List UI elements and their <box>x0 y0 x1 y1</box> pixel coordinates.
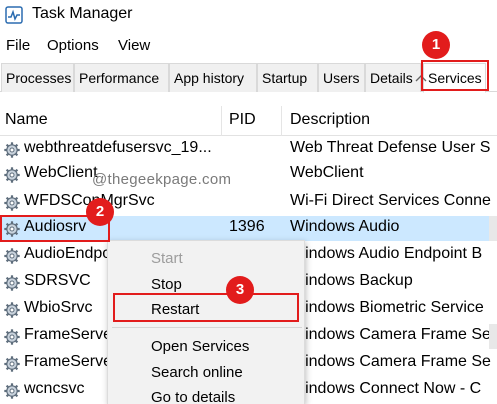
column-divider[interactable] <box>221 106 222 136</box>
menu-view[interactable]: View <box>118 37 150 54</box>
menu-item-go-to-details[interactable]: Go to details <box>151 389 235 404</box>
service-description: Windows Audio Endpoint B <box>290 245 483 262</box>
column-divider[interactable] <box>281 106 282 136</box>
service-description: Windows Camera Frame Se <box>290 326 491 343</box>
gear-icon <box>3 194 21 212</box>
menu-item-start[interactable]: Start <box>151 250 183 267</box>
title-bar: Task Manager <box>0 0 497 32</box>
watermark: @thegeekpage.com <box>92 171 232 188</box>
tab-processes[interactable]: Processes <box>1 63 74 92</box>
gear-icon <box>3 166 21 184</box>
tab-performance[interactable]: Performance <box>74 63 169 92</box>
table-row[interactable]: WebClient WebClient <box>0 162 497 187</box>
step-badge-2: 2 <box>86 198 114 226</box>
tab-details[interactable]: Details <box>365 63 421 92</box>
service-description: Wi-Fi Direct Services Conne <box>290 192 491 209</box>
service-description: Windows Backup <box>290 272 413 289</box>
table-row[interactable]: WFDSConMgrSvc Wi-Fi Direct Services Conn… <box>0 190 497 215</box>
service-description: Web Threat Defense User S <box>290 139 491 156</box>
table-row[interactable]: webthreatdefusersvc_19... Web Threat Def… <box>0 137 497 162</box>
gear-icon <box>3 328 21 346</box>
highlight-box-services-tab <box>421 60 489 91</box>
column-pid[interactable]: PID <box>229 111 256 129</box>
step-badge-3: 3 <box>226 276 254 304</box>
service-description: Windows Connect Now - C <box>290 380 482 397</box>
service-description: Windows Camera Frame Se <box>290 353 491 370</box>
gear-icon <box>3 382 21 400</box>
service-name: webthreatdefusersvc_19... <box>24 139 212 156</box>
menu-options[interactable]: Options <box>47 37 99 54</box>
column-header-row: Name PID Description <box>0 106 497 136</box>
tab-startup[interactable]: Startup <box>257 63 318 92</box>
gear-icon <box>3 355 21 373</box>
context-menu: Start Stop Restart Open Services Search … <box>107 240 305 404</box>
scrollbar-edge[interactable] <box>489 324 497 349</box>
gear-icon <box>3 301 21 319</box>
menu-item-stop[interactable]: Stop <box>151 276 182 293</box>
menu-item-search-online[interactable]: Search online <box>151 364 243 381</box>
column-name[interactable]: Name <box>5 111 48 129</box>
window-title: Task Manager <box>32 5 133 22</box>
menu-separator <box>112 327 302 328</box>
tab-app-history[interactable]: App history <box>169 63 257 92</box>
highlight-box-restart <box>113 293 299 322</box>
service-description: Windows Biometric Service <box>290 299 484 316</box>
gear-icon <box>3 247 21 265</box>
service-name: WFDSConMgrSvc <box>24 192 155 209</box>
service-pid: 1396 <box>229 218 265 235</box>
menu-item-open-services[interactable]: Open Services <box>151 338 249 355</box>
gear-icon <box>3 141 21 159</box>
task-manager-icon <box>5 6 23 24</box>
menu-file[interactable]: File <box>6 37 30 54</box>
service-description: Windows Audio <box>290 218 400 235</box>
service-description: WebClient <box>290 164 364 181</box>
step-badge-1: 1 <box>422 31 450 59</box>
gear-icon <box>3 274 21 292</box>
tab-users[interactable]: Users <box>318 63 365 92</box>
column-description[interactable]: Description <box>290 111 370 129</box>
scrollbar-edge[interactable] <box>489 216 497 241</box>
